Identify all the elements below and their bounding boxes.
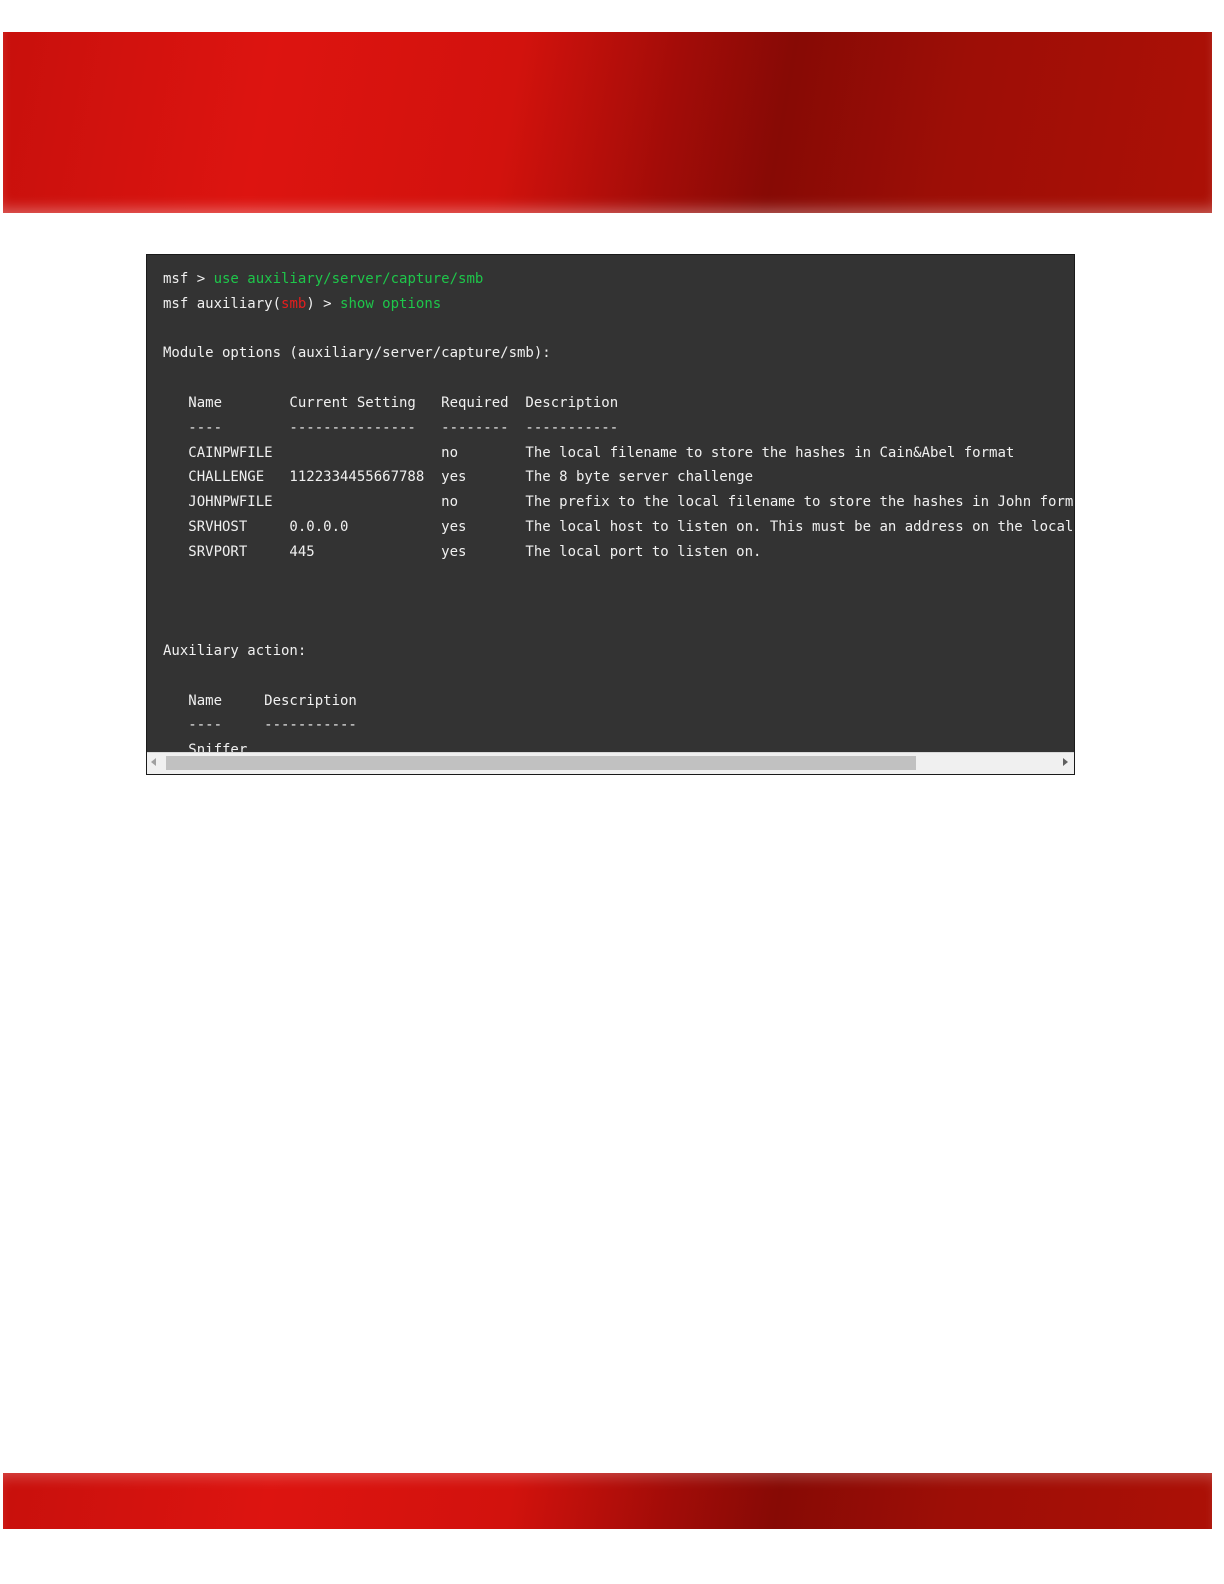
- scroll-right-arrow-icon[interactable]: [1063, 758, 1068, 766]
- scroll-left-arrow-icon[interactable]: [151, 758, 156, 766]
- footer-banner: [3, 1473, 1212, 1529]
- terminal-output: msf > use auxiliary/server/capture/smb ms…: [147, 255, 1074, 752]
- options-table-separator: ---- --------------- -------- ----------…: [163, 419, 619, 436]
- prompt-end: ) >: [306, 295, 341, 312]
- terminal-line-show-options: msf auxiliary(smb) > show options: [163, 292, 1074, 317]
- header-banner: [3, 32, 1212, 213]
- table-row: SRVPORT 445 yes The local port to listen…: [163, 543, 762, 560]
- action-table-header: Name Description: [163, 692, 357, 709]
- terminal-window: msf > use auxiliary/server/capture/smb ms…: [146, 254, 1075, 775]
- command-text: show options: [340, 295, 442, 312]
- table-row: SRVHOST 0.0.0.0 yes The local host to li…: [188, 518, 1074, 535]
- module-options-heading: Module options (auxiliary/server/capture…: [163, 345, 551, 362]
- auxiliary-action-heading: Auxiliary action:: [163, 642, 307, 659]
- table-row: Sniffer: [163, 742, 248, 752]
- horizontal-scrollbar[interactable]: [147, 752, 1074, 774]
- prompt: msf auxiliary(: [163, 295, 282, 312]
- command-text: use auxiliary/server/capture/smb: [213, 271, 484, 287]
- module-name: smb: [281, 295, 307, 312]
- scrollbar-thumb[interactable]: [166, 756, 916, 770]
- table-row: CAINPWFILE no The local filename to stor…: [163, 444, 1015, 461]
- prompt: msf >: [163, 271, 214, 287]
- terminal-line-use-command: msf > use auxiliary/server/capture/smb: [163, 267, 1074, 292]
- table-row: CHALLENGE 1122334455667788 yes The 8 byt…: [163, 469, 754, 486]
- table-row: JOHNPWFILE no The prefix to the local fi…: [163, 494, 1074, 511]
- options-table-header: Name Current Setting Required Descriptio…: [163, 394, 619, 411]
- action-table-separator: ---- -----------: [163, 717, 357, 734]
